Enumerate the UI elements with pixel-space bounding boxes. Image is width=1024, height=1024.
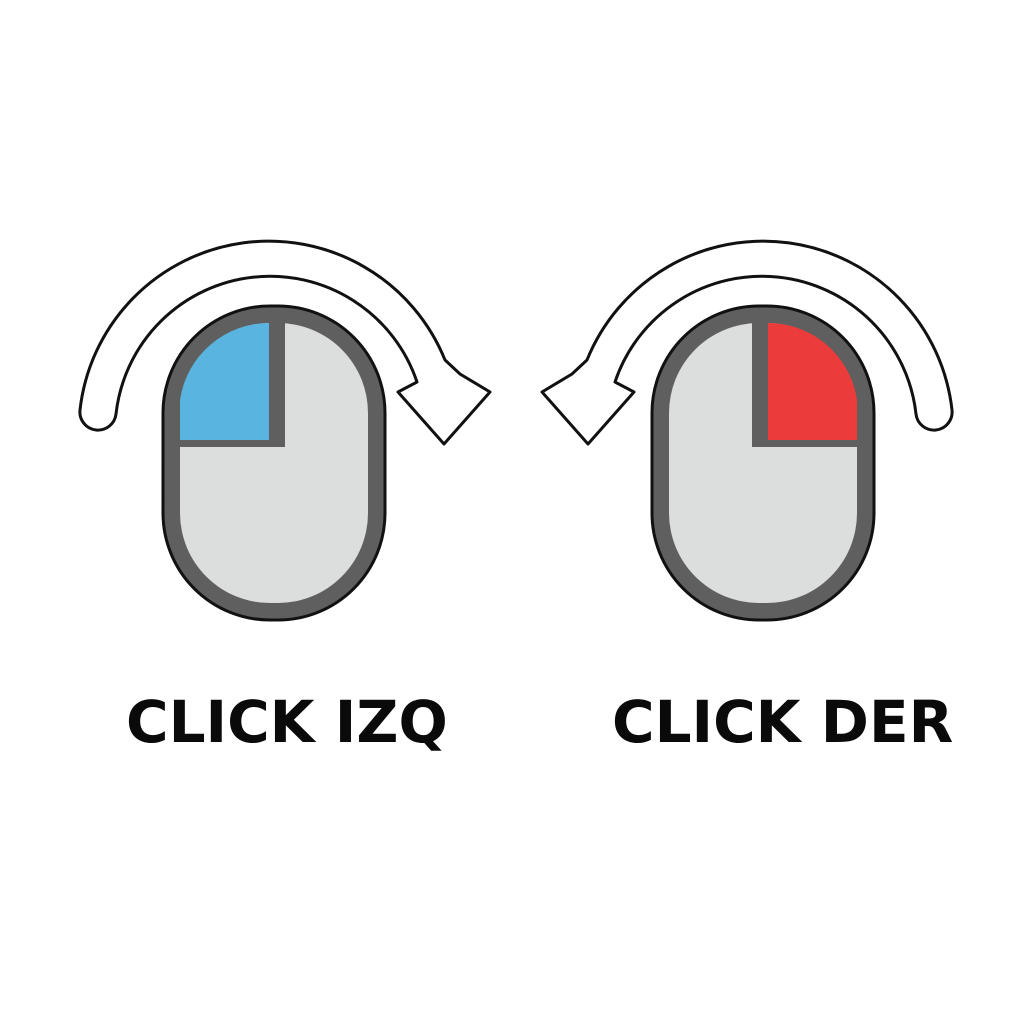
right-click-label: CLICK DER: [612, 688, 954, 756]
left-click-label: CLICK IZQ: [126, 688, 448, 756]
mouse-icon: [161, 304, 387, 622]
right-click-panel: CLICK DER: [512, 0, 1024, 1024]
left-click-panel: CLICK IZQ: [0, 0, 512, 1024]
mouse-click-diagram: CLICK IZQ CLICK DER: [0, 0, 1024, 1024]
mouse-icon: [650, 304, 876, 622]
left-click-illustration: [78, 239, 492, 622]
right-click-illustration: [540, 239, 954, 622]
